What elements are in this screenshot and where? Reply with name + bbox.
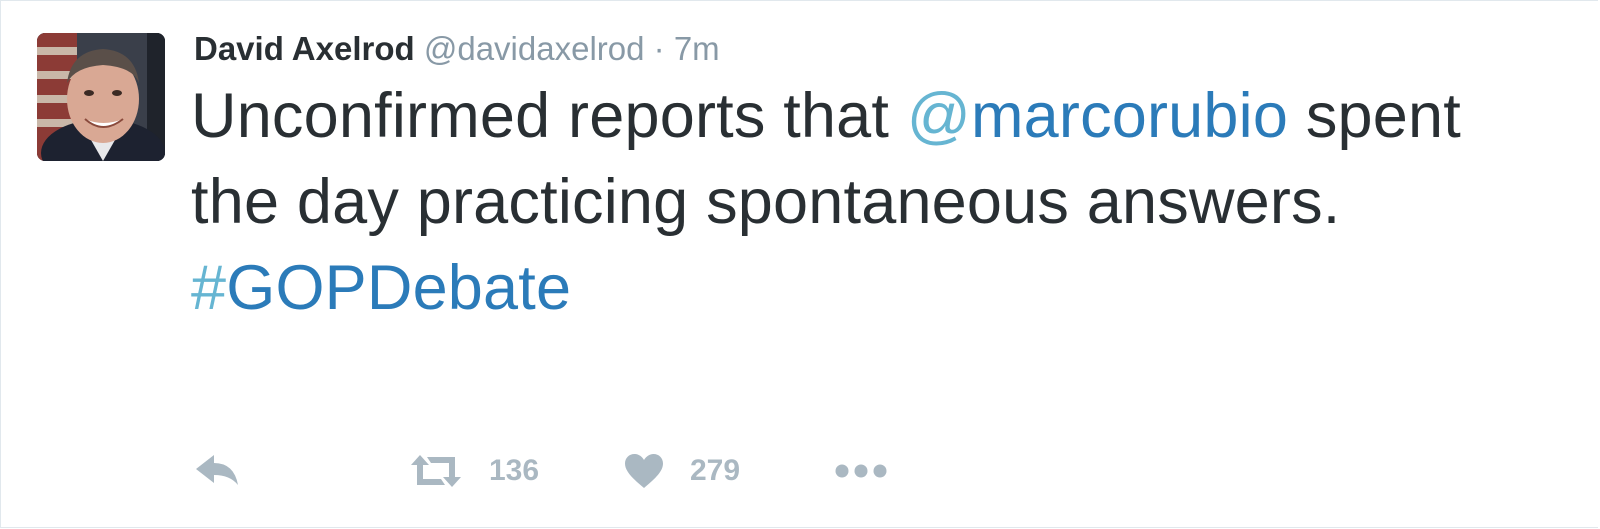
retweet-count: 136: [489, 454, 540, 487]
tweet-actions: 136 279: [194, 449, 888, 493]
author-fullname[interactable]: David Axelrod: [194, 30, 415, 67]
avatar-image: [37, 33, 165, 161]
mention-at-symbol: @: [906, 81, 971, 151]
hashtag-link[interactable]: #GOPDebate: [191, 253, 571, 323]
tweet-card[interactable]: David Axelrod @davidaxelrod · 7m Unconfi…: [0, 0, 1598, 528]
like-count: 279: [690, 454, 741, 487]
author-username[interactable]: @davidaxelrod: [424, 30, 645, 67]
tweet-text-part1: Unconfirmed reports that: [191, 81, 907, 151]
tweet-timestamp[interactable]: 7m: [674, 30, 720, 67]
more-button[interactable]: [834, 463, 888, 479]
tweet-header: David Axelrod @davidaxelrod · 7m: [194, 29, 720, 69]
retweet-button[interactable]: 136: [409, 453, 624, 489]
more-dots-icon: [835, 464, 887, 478]
reply-button[interactable]: [194, 451, 409, 491]
header-separator: ·: [653, 30, 665, 67]
hashtag-name: GOPDebate: [226, 253, 572, 323]
avatar[interactable]: [37, 33, 165, 161]
tweet-text: Unconfirmed reports that @marcorubio spe…: [191, 73, 1491, 331]
hashtag-symbol: #: [191, 253, 227, 323]
reply-icon: [196, 455, 238, 485]
mention-link[interactable]: @marcorubio: [907, 81, 1288, 151]
like-button[interactable]: 279: [624, 453, 834, 489]
mention-name: marcorubio: [970, 81, 1289, 151]
retweet-icon: [411, 455, 461, 487]
heart-icon: [625, 454, 663, 488]
